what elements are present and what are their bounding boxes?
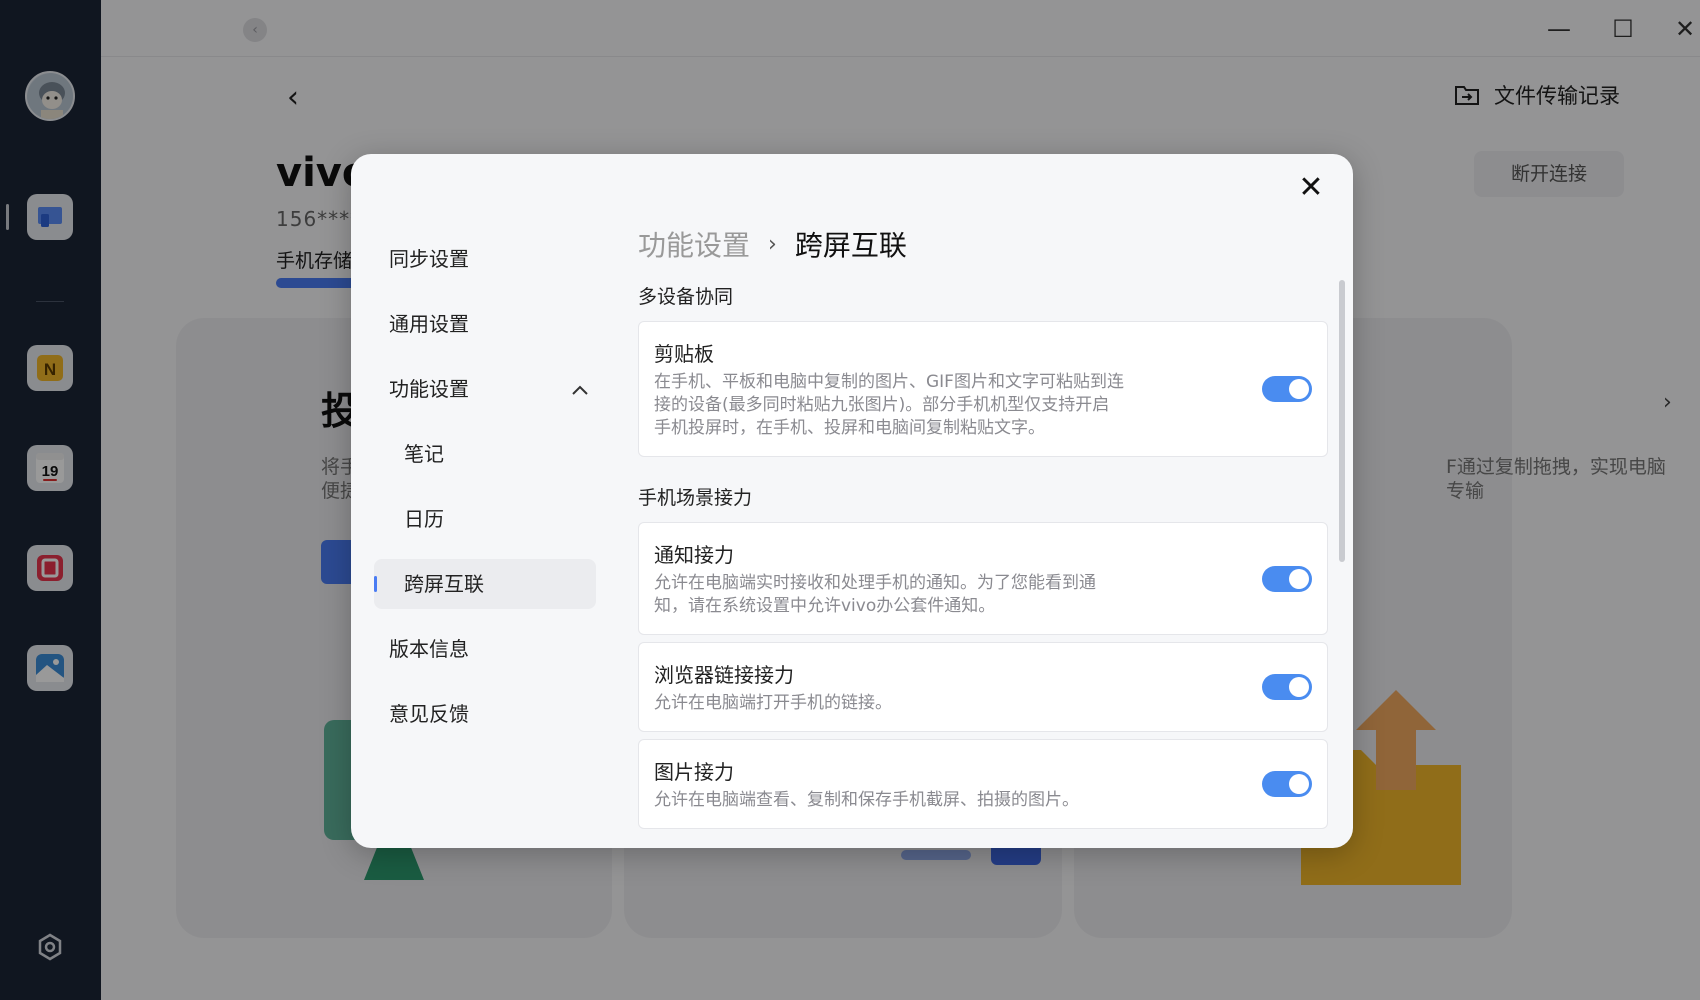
notify-relay-toggle[interactable] [1262, 565, 1312, 592]
nav-item-notes[interactable]: 笔记 [374, 429, 596, 479]
nav-label: 日历 [404, 507, 444, 531]
setting-desc: 允许在电脑端实时接收和处理手机的通知。为了您能看到通知，请在系统设置中允许viv… [654, 573, 1096, 616]
setting-name: 浏览器链接接力 [654, 663, 794, 687]
setting-image-relay: 图片接力 允许在电脑端查看、复制和保存手机截屏、拍摄的图片。 [638, 739, 1328, 829]
settings-dialog: ✕ 同步设置 通用设置 功能设置 笔记 日历 跨屏互联 版本信息 意见反馈 功能… [351, 154, 1353, 848]
setting-notify-relay: 通知接力 允许在电脑端实时接收和处理手机的通知。为了您能看到通知，请在系统设置中… [638, 522, 1328, 635]
setting-name: 图片接力 [654, 760, 734, 784]
toggle-knob [1289, 379, 1309, 399]
setting-name: 剪贴板 [654, 342, 714, 366]
nav-item-calendar[interactable]: 日历 [374, 494, 596, 544]
section-title-multi-device: 多设备协同 [638, 286, 734, 308]
breadcrumb: 功能设置 › 跨屏互联 [638, 224, 1328, 264]
breadcrumb-current: 跨屏互联 [794, 229, 907, 262]
setting-desc: 允许在电脑端查看、复制和保存手机截屏、拍摄的图片。 [654, 790, 1079, 810]
settings-nav: 同步设置 通用设置 功能设置 笔记 日历 跨屏互联 版本信息 意见反馈 [374, 234, 596, 754]
nav-item-feedback[interactable]: 意见反馈 [374, 689, 596, 739]
image-relay-toggle[interactable] [1262, 771, 1312, 797]
nav-item-version[interactable]: 版本信息 [374, 624, 596, 674]
setting-desc: 允许在电脑端打开手机的链接。 [654, 693, 892, 713]
nav-label: 意见反馈 [389, 702, 469, 726]
toggle-knob [1289, 568, 1309, 589]
chevron-up-icon[interactable] [570, 364, 590, 434]
setting-clipboard: 剪贴板 在手机、平板和电脑中复制的图片、GIF图片和文字可粘贴到连接的设备(最多… [638, 321, 1328, 457]
section-title-phone-relay: 手机场景接力 [638, 487, 753, 509]
close-dialog-button[interactable]: ✕ [1295, 172, 1327, 204]
breadcrumb-parent[interactable]: 功能设置 [638, 224, 750, 264]
nav-item-cross-screen[interactable]: 跨屏互联 [374, 559, 596, 609]
toggle-knob [1289, 677, 1309, 697]
setting-desc: 在手机、平板和电脑中复制的图片、GIF图片和文字可粘贴到连接的设备(最多同时粘贴… [654, 372, 1124, 438]
toggle-knob [1289, 774, 1309, 794]
chevron-right-icon: › [768, 231, 777, 257]
scrollbar[interactable] [1339, 280, 1345, 562]
nav-label: 跨屏互联 [404, 572, 484, 596]
clipboard-toggle[interactable] [1262, 376, 1312, 402]
nav-label: 笔记 [404, 442, 444, 466]
nav-label: 功能设置 [389, 377, 469, 401]
nav-item-features[interactable]: 功能设置 [374, 364, 596, 414]
nav-item-sync[interactable]: 同步设置 [374, 234, 596, 284]
settings-content: 功能设置 › 跨屏互联 多设备协同 剪贴板 在手机、平板和电脑中复制的图片、GI… [638, 224, 1328, 836]
nav-label: 通用设置 [389, 312, 469, 336]
nav-item-general[interactable]: 通用设置 [374, 299, 596, 349]
setting-browser-relay: 浏览器链接接力 允许在电脑端打开手机的链接。 [638, 642, 1328, 732]
setting-name: 通知接力 [654, 543, 734, 567]
browser-relay-toggle[interactable] [1262, 674, 1312, 700]
nav-label: 同步设置 [389, 247, 469, 271]
nav-label: 版本信息 [389, 637, 469, 661]
